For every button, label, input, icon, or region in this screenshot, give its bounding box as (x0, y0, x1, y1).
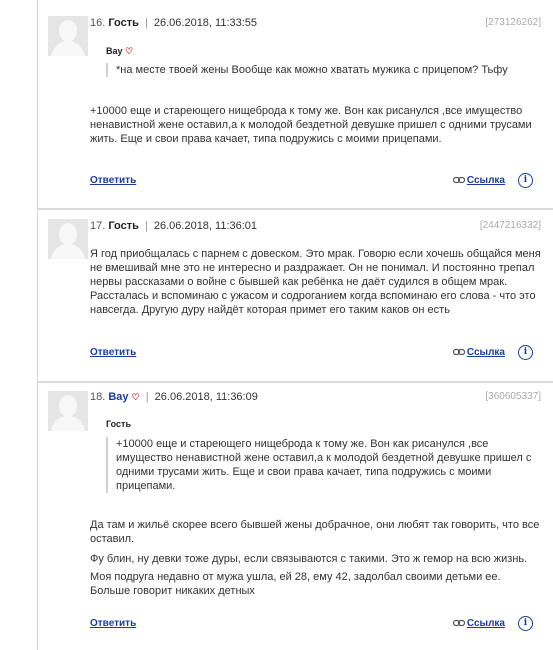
comment-author: Гость (108, 17, 139, 29)
permalink-button[interactable]: Ссылка (452, 618, 505, 629)
comment-datetime: 26.06.2018, 11:33:55 (153, 17, 258, 29)
permalink-button[interactable]: Ссылка (452, 175, 505, 186)
heart-icon: ♡ (125, 46, 134, 56)
avatar (48, 219, 88, 259)
heart-icon: ♡ (131, 392, 140, 402)
reply-button[interactable]: Ответить (90, 347, 136, 358)
comment-id: [273126262] (485, 17, 541, 28)
comment-paragraph: +10000 еще и стареющего нищеброда к тому… (90, 105, 532, 145)
quote-block: Гость +10000 еще и стареющего нищеброда … (106, 419, 541, 493)
comment-header: 16. Гость | 26.06.2018, 11:33:55 [273126… (90, 17, 541, 29)
comment-separator (38, 208, 553, 210)
comment-paragraph: Фу блин, ну девки тоже дуры, если связыв… (90, 553, 528, 565)
left-divider (37, 0, 38, 650)
comment-paragraph: Да там и жильё скорее всего бывшей жены … (90, 519, 540, 545)
quote-block: Вау ♡ *на месте твоей жены Вообще как мо… (106, 46, 541, 77)
quote-text: +10000 еще и стареющего нищеброда к тому… (106, 437, 541, 493)
avatar (48, 391, 88, 431)
comment-author: Гость (108, 220, 139, 232)
comment-datetime: 26.06.2018, 11:36:09 (154, 391, 258, 403)
permalink-button[interactable]: Ссылка (452, 347, 505, 358)
comment-number: 16. (90, 17, 106, 29)
comment-header: 18. Вау ♡ | 26.06.2018, 11:36:09 [360605… (90, 391, 541, 403)
info-icon[interactable]: i (518, 173, 533, 188)
comment-paragraph: Моя подруга недавно от мужа ушла, ей 28,… (90, 571, 501, 597)
info-icon[interactable]: i (518, 616, 533, 631)
comment-body: +10000 еще и стареющего нищеброда к тому… (90, 104, 541, 150)
comment-header: 17. Гость | 26.06.2018, 11:36:01 [244721… (90, 220, 541, 232)
comment-body: Я год приобщалась с парнем с довеском. Э… (90, 247, 541, 321)
chain-link-icon (452, 349, 465, 356)
comment-id: [2447216332] (479, 220, 541, 231)
header-separator: | (144, 17, 148, 29)
chain-link-icon (452, 620, 465, 627)
avatar (48, 16, 88, 56)
comment-id: [360605337] (485, 391, 541, 402)
comment-author[interactable]: Вау ♡ (108, 391, 139, 403)
comment-datetime: 26.06.2018, 11:36:01 (153, 220, 258, 232)
comment-paragraph: Я год приобщалась с парнем с довеском. Э… (90, 248, 541, 316)
quote-text: *на месте твоей жены Вообще как можно хв… (106, 63, 541, 77)
comment-body: Да там и жильё скорее всего бывшей жены … (90, 518, 541, 602)
comment-separator (38, 381, 553, 383)
comment-number: 18. (90, 391, 106, 403)
quote-author: Гость (106, 419, 131, 429)
reply-button[interactable]: Ответить (90, 175, 136, 186)
chain-link-icon (452, 177, 465, 184)
quote-author: Вау ♡ (106, 46, 134, 56)
header-separator: | (145, 391, 149, 403)
comment-number: 17. (90, 220, 106, 232)
info-icon[interactable]: i (518, 345, 533, 360)
reply-button[interactable]: Ответить (90, 618, 136, 629)
header-separator: | (144, 220, 148, 232)
